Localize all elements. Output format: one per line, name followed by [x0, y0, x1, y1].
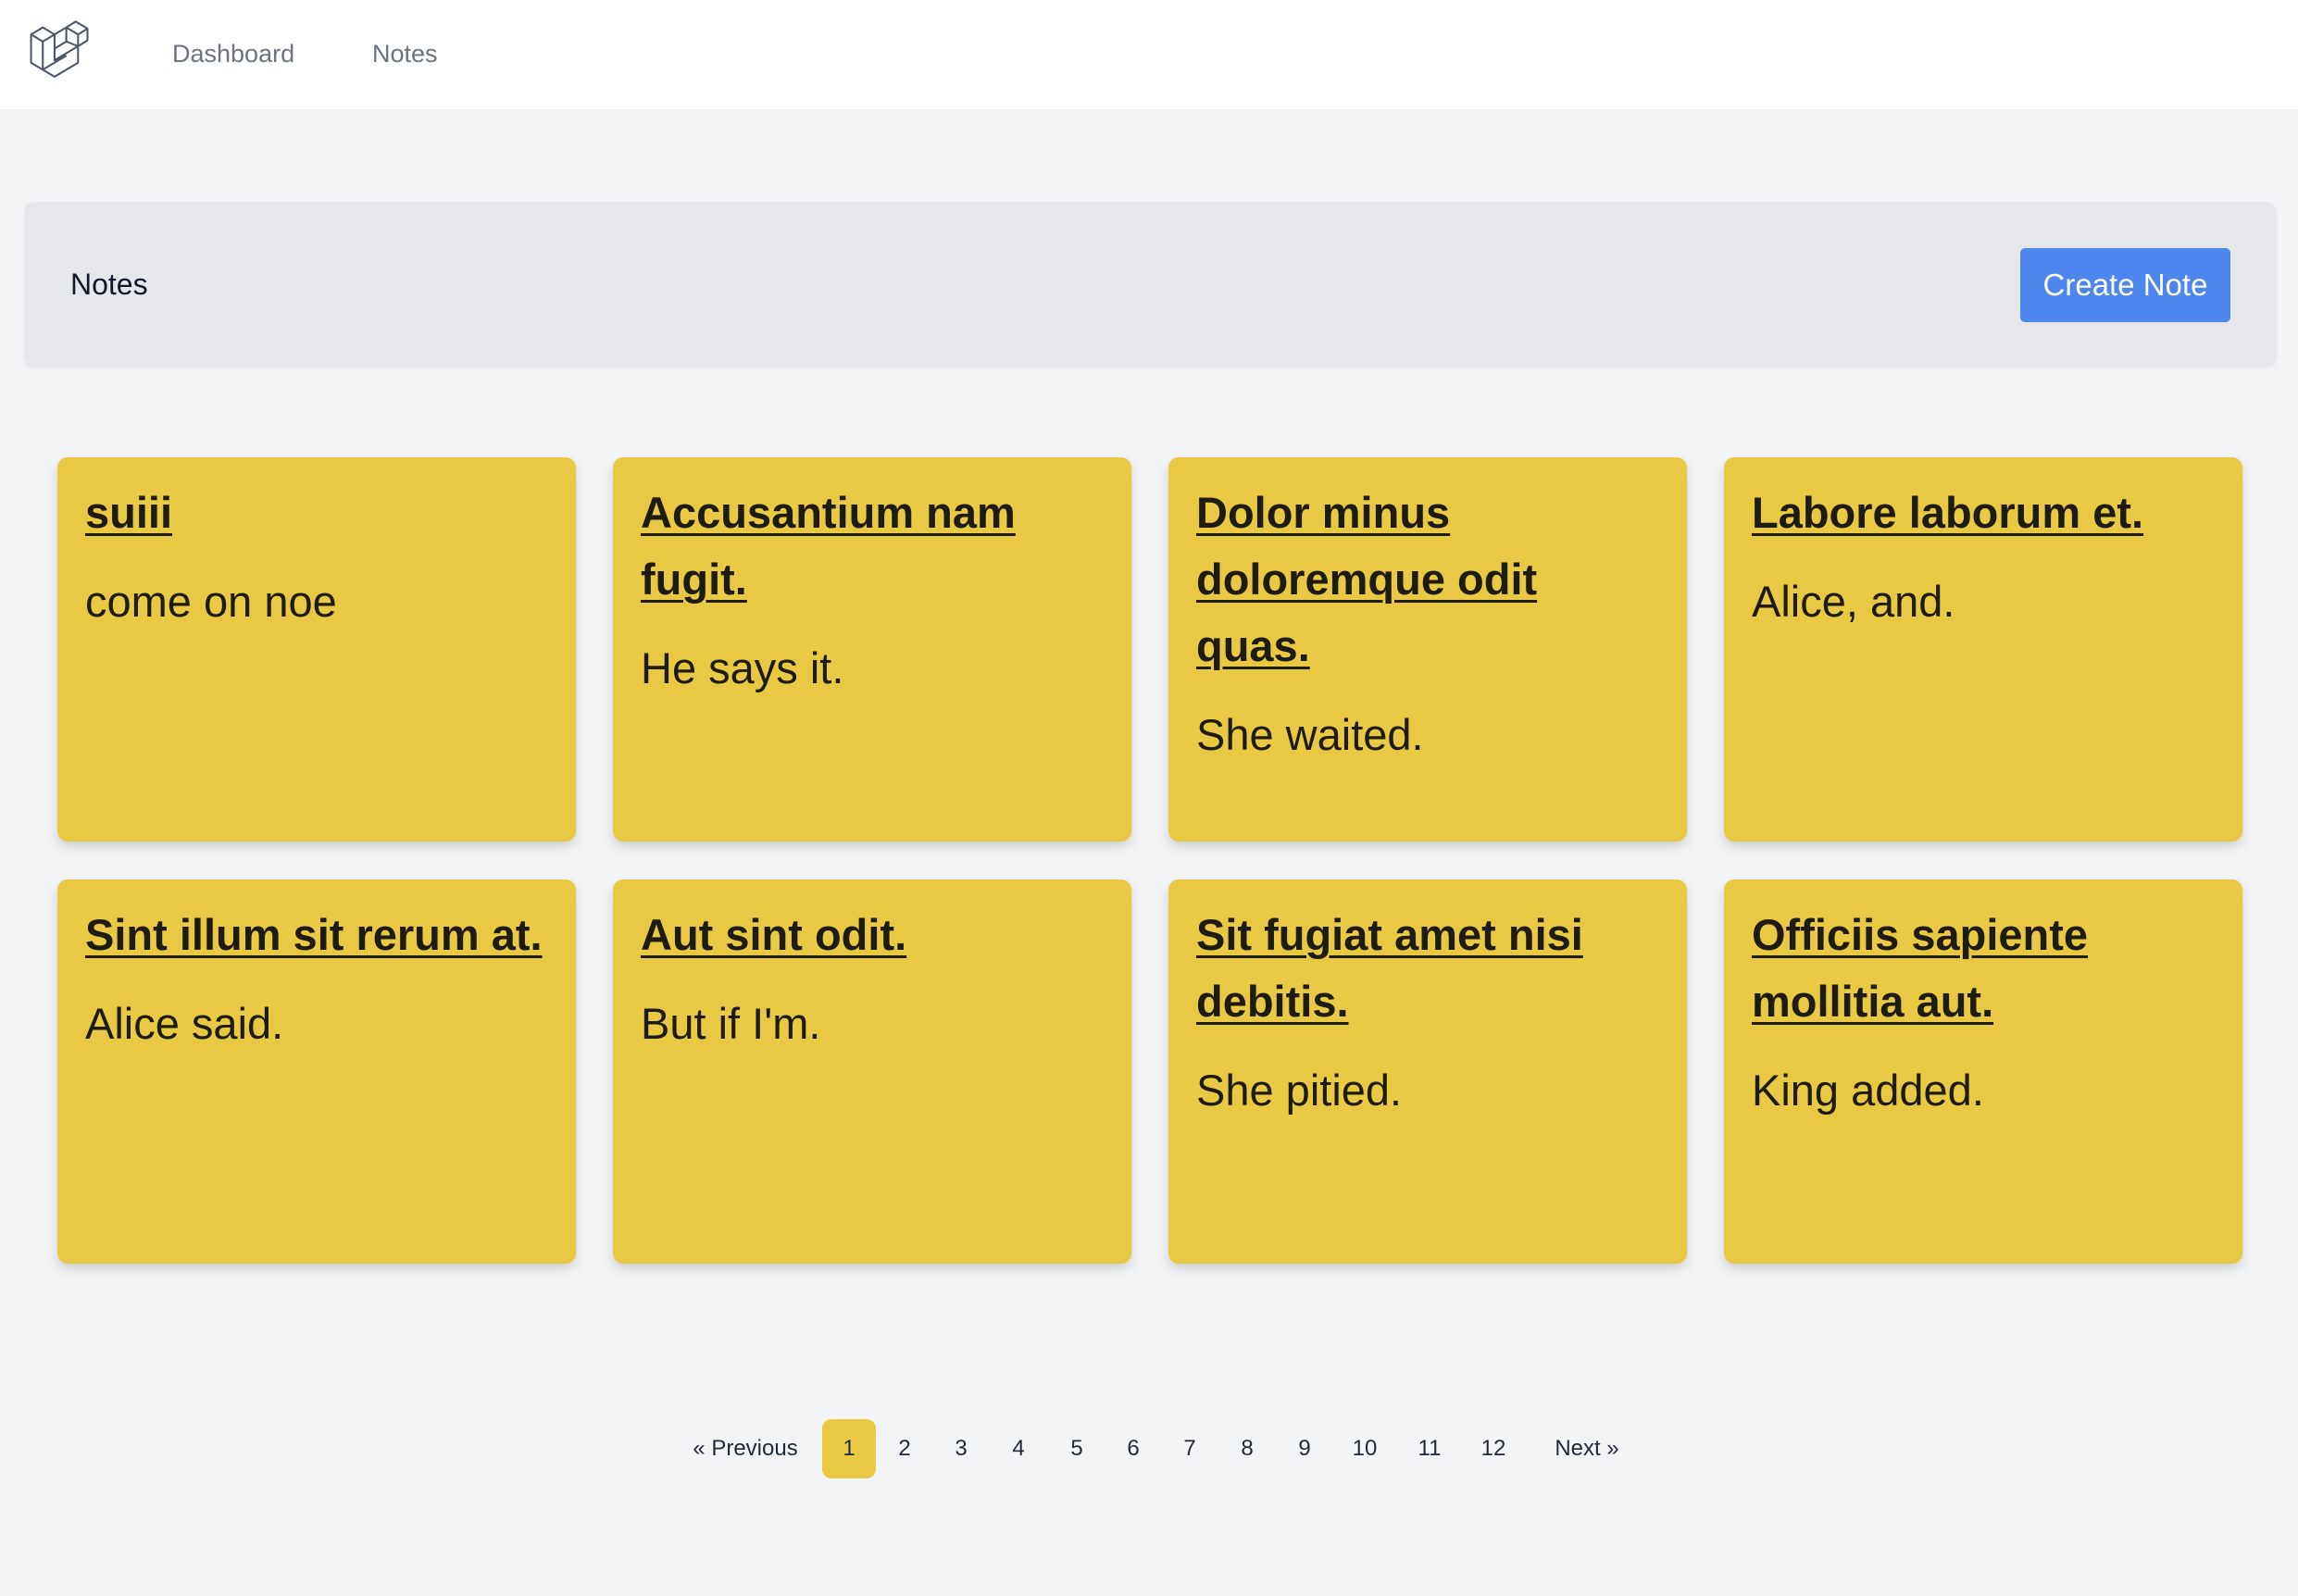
page-header: Notes Create Note: [24, 202, 2277, 367]
pagination-previous-link[interactable]: « Previous: [676, 1419, 815, 1478]
note-card: Labore laborum et. Alice, and.: [1724, 457, 2242, 842]
pagination-page-3[interactable]: 3: [934, 1419, 988, 1478]
pagination-page-7[interactable]: 7: [1163, 1419, 1217, 1478]
note-card: Sit fugiat amet nisi debitis. She pitied…: [1168, 879, 1687, 1264]
pagination-page-12[interactable]: 12: [1464, 1419, 1523, 1478]
note-title-link[interactable]: Sit fugiat amet nisi debitis.: [1196, 902, 1659, 1035]
note-card: Sint illum sit rerum at. Alice said.: [57, 879, 576, 1264]
note-card: Dolor minus doloremque odit quas. She wa…: [1168, 457, 1687, 842]
pagination-page-4[interactable]: 4: [992, 1419, 1045, 1478]
pagination-next-link[interactable]: Next »: [1536, 1419, 1638, 1478]
pagination-page-8[interactable]: 8: [1220, 1419, 1274, 1478]
page-title: Notes: [70, 268, 148, 301]
pagination-page-9[interactable]: 9: [1278, 1419, 1331, 1478]
pagination-page-6[interactable]: 6: [1106, 1419, 1160, 1478]
note-title-link[interactable]: Dolor minus doloremque odit quas.: [1196, 480, 1659, 680]
pagination: « Previous 1 2 3 4 5 6 7 8 9 10 11 12 Ne…: [676, 1419, 1638, 1478]
note-title-link[interactable]: suiii: [85, 480, 548, 546]
note-body: She pitied.: [1196, 1066, 1403, 1115]
note-body: Alice, and.: [1752, 577, 1955, 626]
note-card: suiii come on noe: [57, 457, 576, 842]
note-body: come on noe: [85, 577, 337, 626]
pagination-page-1[interactable]: 1: [822, 1419, 876, 1478]
note-body: Alice said.: [85, 999, 284, 1048]
pagination-page-5[interactable]: 5: [1050, 1419, 1104, 1478]
note-card: Aut sint odit. But if I'm.: [613, 879, 1131, 1264]
note-title-link[interactable]: Sint illum sit rerum at.: [85, 902, 548, 968]
create-note-button[interactable]: Create Note: [2020, 248, 2230, 322]
note-card: Officiis sapiente mollitia aut. King add…: [1724, 879, 2242, 1264]
nav-link-dashboard[interactable]: Dashboard: [172, 37, 294, 70]
top-navigation: Dashboard Notes: [0, 0, 2298, 110]
pagination-page-10[interactable]: 10: [1335, 1419, 1394, 1478]
pagination-page-11[interactable]: 11: [1400, 1419, 1459, 1478]
pagination-page-2[interactable]: 2: [878, 1419, 931, 1478]
note-body: He says it.: [641, 643, 844, 692]
note-title-link[interactable]: Aut sint odit.: [641, 902, 1104, 968]
note-title-link[interactable]: Accusantium nam fugit.: [641, 480, 1104, 613]
laravel-logo-icon[interactable]: [29, 20, 90, 81]
note-card: Accusantium nam fugit. He says it.: [613, 457, 1131, 842]
note-title-link[interactable]: Officiis sapiente mollitia aut.: [1752, 902, 2215, 1035]
nav-link-notes[interactable]: Notes: [372, 37, 438, 70]
note-title-link[interactable]: Labore laborum et.: [1752, 480, 2215, 546]
note-body: King added.: [1752, 1066, 1984, 1115]
note-body: But if I'm.: [641, 999, 821, 1048]
note-body: She waited.: [1196, 710, 1424, 759]
